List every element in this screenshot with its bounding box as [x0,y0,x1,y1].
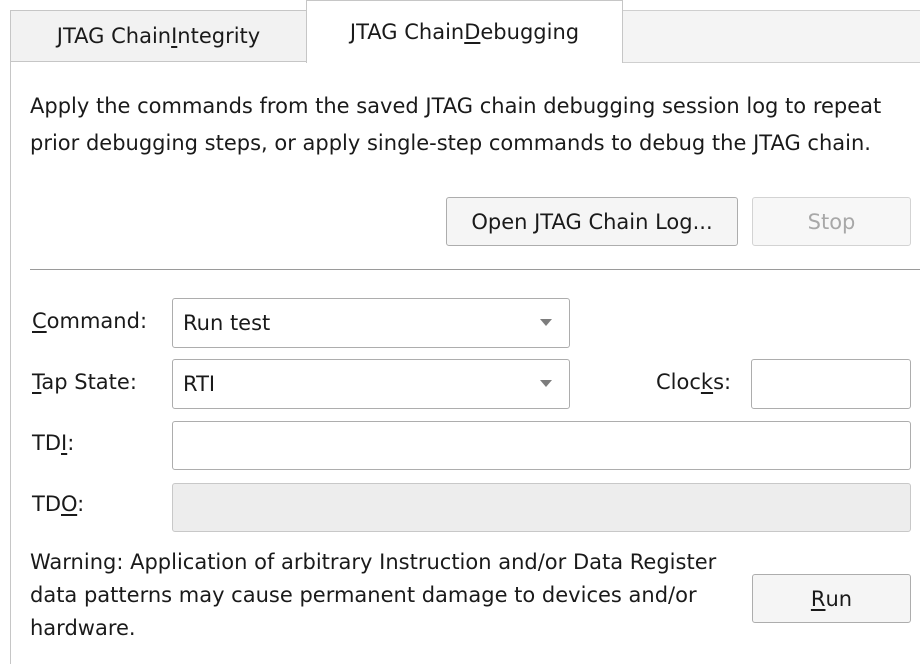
tap-state-value: RTI [183,372,216,396]
label-suffix: ommand: [46,309,148,333]
chevron-down-icon [540,380,552,387]
separator [30,269,920,270]
tab-label-prefix: JTAG Chain [56,24,172,48]
label-mnemonic: k [700,370,714,394]
stop-button[interactable]: Stop [752,197,911,246]
tap-state-dropdown[interactable]: RTI [172,359,570,409]
command-label: Command: [32,309,147,333]
open-jtag-chain-log-button[interactable]: Open JTAG Chain Log... [446,197,738,246]
label-prefix: Cloc [656,370,701,394]
tab-label-mnemonic: D [464,20,481,44]
warning-text: Warning: Application of arbitrary Instru… [30,550,717,640]
label-mnemonic: T [32,370,42,394]
label-prefix: TD [32,431,61,455]
command-dropdown[interactable]: Run test [172,298,570,348]
label-suffix: : [67,431,75,455]
label-mnemonic: C [32,309,47,333]
label-suffix: : [77,492,85,516]
label-suffix: s: [713,370,732,394]
command-value: Run test [183,311,271,335]
tab-label-suffix: ntegrity [177,24,261,48]
button-label-suffix: un [825,586,853,611]
button-label-mnemonic: R [810,586,826,611]
tab-jtag-chain-integrity[interactable]: JTAG Chain Integrity [10,10,307,62]
run-button[interactable]: Run [752,574,911,623]
label-suffix: ap State: [41,370,137,394]
chevron-down-icon [540,319,552,326]
label-mnemonic: O [61,492,78,516]
clocks-input[interactable] [751,359,911,409]
tap-state-label: Tap State: [32,370,137,394]
tdi-label: TDI: [32,431,74,455]
clocks-label: Clocks: [656,370,731,394]
tdo-output-field [172,483,911,532]
tab-label-prefix: JTAG Chain [349,20,465,44]
tab-strip: JTAG Chain Integrity JTAG Chain Debuggin… [0,0,920,63]
jtag-chain-debugging-dialog: JTAG Chain Integrity JTAG Chain Debuggin… [0,0,920,664]
tab-strip-background [622,10,920,63]
tdi-input[interactable] [172,421,911,470]
label-prefix: TD [32,492,61,516]
tdo-label: TDO: [32,492,84,516]
description-text: Apply the commands from the saved JTAG c… [30,94,882,155]
tab-jtag-chain-debugging[interactable]: JTAG Chain Debugging [306,0,623,63]
tab-label-suffix: ebugging [480,20,580,44]
